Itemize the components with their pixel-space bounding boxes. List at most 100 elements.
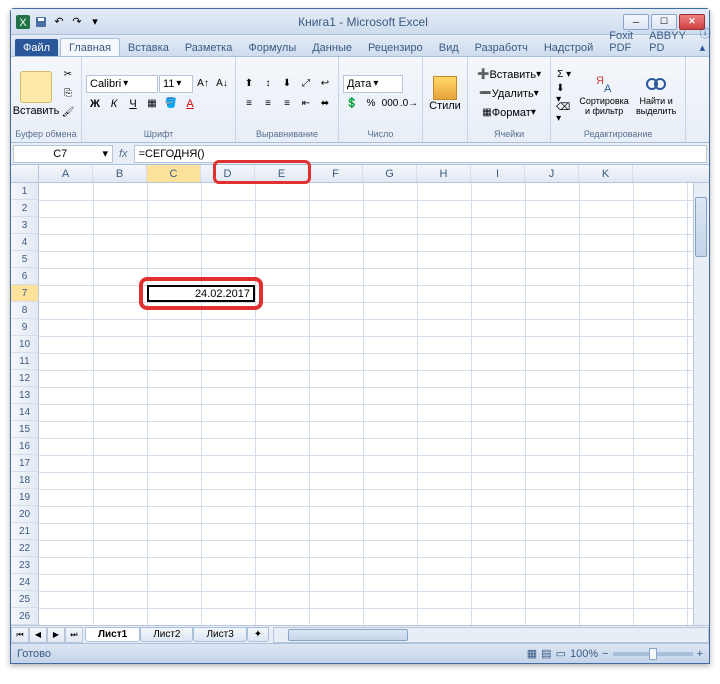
undo-icon[interactable]: ↶ <box>51 14 67 30</box>
sheet-tab-3[interactable]: Лист3 <box>193 627 246 642</box>
align-left-icon[interactable]: ≡ <box>240 95 258 113</box>
col-header-C[interactable]: C <box>147 165 201 182</box>
tab-file[interactable]: Файл <box>15 39 58 56</box>
sheet-next-icon[interactable]: ▶ <box>47 627 65 643</box>
delete-cells-button[interactable]: ➖ Удалить ▾ <box>472 85 546 103</box>
vertical-scrollbar[interactable] <box>693 183 709 625</box>
underline-button[interactable]: Ч <box>124 95 142 113</box>
col-header-H[interactable]: H <box>417 165 471 182</box>
fx-button[interactable]: fx <box>113 148 134 160</box>
tab-formulas[interactable]: Формулы <box>240 39 304 56</box>
zoom-level[interactable]: 100% <box>570 648 598 660</box>
row-header-5[interactable]: 5 <box>11 251 38 268</box>
row-header-1[interactable]: 1 <box>11 183 38 200</box>
merge-icon[interactable]: ⬌ <box>316 95 334 113</box>
copy-icon[interactable]: ⎘ <box>59 85 77 103</box>
sheet-tab-2[interactable]: Лист2 <box>140 627 193 642</box>
row-header-15[interactable]: 15 <box>11 421 38 438</box>
row-header-2[interactable]: 2 <box>11 200 38 217</box>
tab-view[interactable]: Вид <box>431 39 467 56</box>
view-normal-icon[interactable]: ▦ <box>527 647 537 660</box>
align-bottom-icon[interactable]: ⬇ <box>278 75 296 93</box>
row-header-8[interactable]: 8 <box>11 302 38 319</box>
font-name-select[interactable]: Calibri ▾ <box>86 75 158 93</box>
sheet-prev-icon[interactable]: ◀ <box>29 627 47 643</box>
fill-color-icon[interactable]: 🪣 <box>162 95 180 113</box>
tab-foxit[interactable]: Foxit PDF <box>601 27 641 56</box>
row-header-22[interactable]: 22 <box>11 540 38 557</box>
sheet-last-icon[interactable]: ⏭ <box>65 627 83 643</box>
clear-icon[interactable]: ⌫ ▾ <box>555 104 573 122</box>
format-painter-icon[interactable]: 🖌 <box>59 104 77 122</box>
cut-icon[interactable]: ✂ <box>59 66 77 84</box>
italic-button[interactable]: К <box>105 95 123 113</box>
view-break-icon[interactable]: ▭ <box>556 647 566 660</box>
zoom-out-button[interactable]: − <box>602 648 608 660</box>
border-icon[interactable]: ▦ <box>143 95 161 113</box>
row-header-11[interactable]: 11 <box>11 353 38 370</box>
hscroll-thumb[interactable] <box>288 629 408 641</box>
qat-dropdown-icon[interactable]: ▾ <box>87 14 103 30</box>
col-header-K[interactable]: K <box>579 165 633 182</box>
row-header-13[interactable]: 13 <box>11 387 38 404</box>
view-layout-icon[interactable]: ▤ <box>541 647 551 660</box>
percent-icon[interactable]: % <box>362 95 380 113</box>
styles-button[interactable]: Стили <box>427 74 463 114</box>
row-header-7[interactable]: 7 <box>11 285 38 302</box>
col-header-F[interactable]: F <box>309 165 363 182</box>
find-select-button[interactable]: Найти и выделить <box>631 70 681 118</box>
sheet-tab-1[interactable]: Лист1 <box>85 627 140 642</box>
formula-input[interactable]: =СЕГОДНЯ() <box>134 145 707 163</box>
format-cells-button[interactable]: ▦ Формат ▾ <box>472 104 546 122</box>
row-header-25[interactable]: 25 <box>11 591 38 608</box>
new-sheet-icon[interactable]: ✦ <box>247 627 269 642</box>
align-right-icon[interactable]: ≡ <box>278 95 296 113</box>
col-header-D[interactable]: D <box>201 165 255 182</box>
tab-insert[interactable]: Вставка <box>120 39 177 56</box>
row-header-10[interactable]: 10 <box>11 336 38 353</box>
row-header-4[interactable]: 4 <box>11 234 38 251</box>
indent-dec-icon[interactable]: ⇤ <box>297 95 315 113</box>
name-box[interactable]: C7 ▾ <box>13 145 113 163</box>
bold-button[interactable]: Ж <box>86 95 104 113</box>
currency-icon[interactable]: 💲 <box>343 95 361 113</box>
insert-cells-button[interactable]: ➕ Вставить ▾ <box>472 66 546 84</box>
col-header-G[interactable]: G <box>363 165 417 182</box>
inc-decimal-icon[interactable]: .0→ <box>400 95 418 113</box>
active-cell[interactable]: 24.02.2017 <box>147 285 255 302</box>
cells-area[interactable]: 24.02.2017 <box>39 183 693 625</box>
row-header-3[interactable]: 3 <box>11 217 38 234</box>
row-header-12[interactable]: 12 <box>11 370 38 387</box>
shrink-font-icon[interactable]: A↓ <box>213 75 231 93</box>
row-header-16[interactable]: 16 <box>11 438 38 455</box>
fill-icon[interactable]: ⬇ ▾ <box>555 85 573 103</box>
tab-layout[interactable]: Разметка <box>177 39 241 56</box>
paste-button[interactable]: Вставить <box>15 69 57 119</box>
row-header-9[interactable]: 9 <box>11 319 38 336</box>
orientation-icon[interactable]: ⤢ <box>297 75 315 93</box>
horizontal-scrollbar[interactable] <box>273 627 709 643</box>
save-icon[interactable] <box>33 14 49 30</box>
redo-icon[interactable]: ↷ <box>69 14 85 30</box>
col-header-B[interactable]: B <box>93 165 147 182</box>
font-size-select[interactable]: 11 ▾ <box>159 75 193 93</box>
col-header-A[interactable]: A <box>39 165 93 182</box>
autosum-icon[interactable]: Σ ▾ <box>555 66 573 84</box>
tab-data[interactable]: Данные <box>304 39 360 56</box>
row-header-20[interactable]: 20 <box>11 506 38 523</box>
zoom-slider[interactable] <box>613 652 693 656</box>
comma-icon[interactable]: 000 <box>381 95 399 113</box>
tab-review[interactable]: Рецензиро <box>360 39 431 56</box>
row-header-26[interactable]: 26 <box>11 608 38 625</box>
tab-abbyy[interactable]: ABBYY PD <box>641 27 694 56</box>
row-header-24[interactable]: 24 <box>11 574 38 591</box>
align-top-icon[interactable]: ⬆ <box>240 75 258 93</box>
align-center-icon[interactable]: ≡ <box>259 95 277 113</box>
font-color-icon[interactable]: A <box>181 95 199 113</box>
tab-developer[interactable]: Разработч <box>467 39 536 56</box>
sort-filter-button[interactable]: ЯА Сортировка и фильтр <box>579 70 629 118</box>
sheet-first-icon[interactable]: ⏮ <box>11 627 29 643</box>
help-icon[interactable]: ⓘ ▴ <box>694 23 717 56</box>
namebox-dropdown-icon[interactable]: ▾ <box>102 147 108 160</box>
row-header-14[interactable]: 14 <box>11 404 38 421</box>
